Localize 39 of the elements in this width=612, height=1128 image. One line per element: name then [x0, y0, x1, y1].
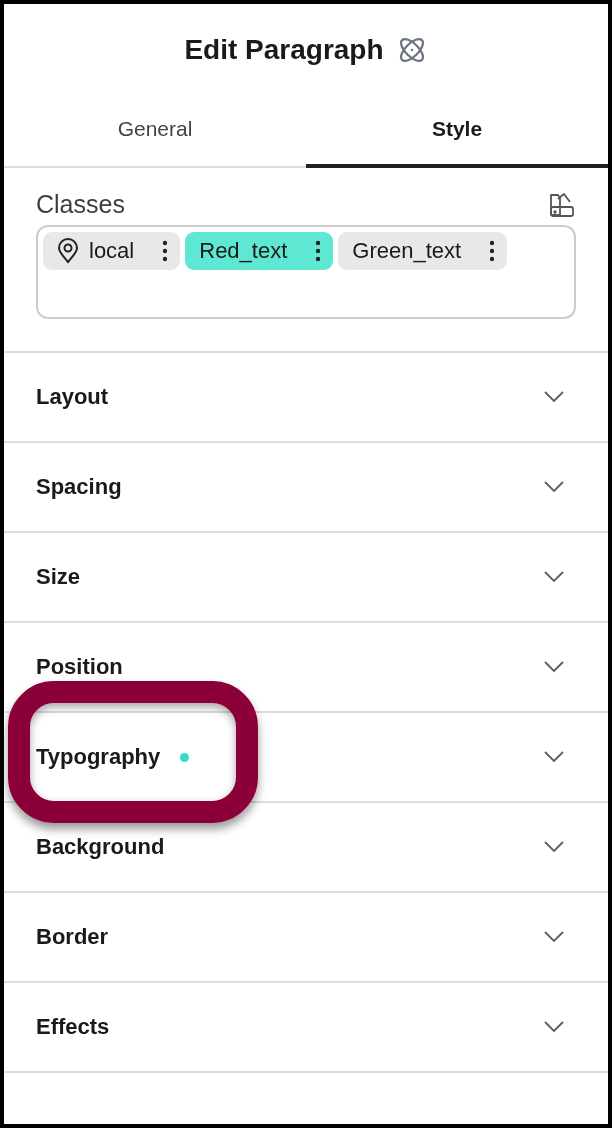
- section-title: Spacing: [36, 474, 122, 500]
- classes-field[interactable]: local Red_text Green_text: [36, 225, 576, 319]
- section-title: Border: [36, 924, 109, 950]
- section-header[interactable]: Position: [4, 623, 608, 713]
- section-title: Size: [36, 564, 81, 590]
- tab[interactable]: General: [4, 94, 306, 168]
- chevron-down-icon: [544, 481, 564, 493]
- chevron-down-icon: [544, 751, 564, 763]
- class-chip[interactable]: local: [43, 232, 181, 270]
- section-header[interactable]: Background: [4, 803, 608, 893]
- section-title: Background: [36, 834, 165, 860]
- class-chip[interactable]: Green_text: [338, 232, 508, 270]
- section-title: Effects: [36, 1014, 110, 1040]
- chevron-down-icon: [544, 661, 564, 673]
- chip-label: Green_text: [352, 238, 462, 264]
- location-pin-icon: [57, 238, 79, 264]
- section-title: Typography: [36, 744, 161, 770]
- section-header[interactable]: Typography: [4, 713, 608, 803]
- panel-title: Edit Paragraph: [184, 34, 384, 66]
- chevron-down-icon: [544, 391, 564, 403]
- chip-label: local: [89, 238, 135, 264]
- section-header[interactable]: Border: [4, 893, 608, 983]
- section-header[interactable]: Effects: [4, 983, 608, 1073]
- chevron-down-icon: [544, 931, 564, 943]
- more-icon[interactable]: [162, 240, 169, 262]
- section-title: Position: [36, 654, 123, 680]
- section-header[interactable]: Layout: [4, 353, 608, 443]
- classes-label: Classes: [36, 190, 125, 219]
- chip-label: Red_text: [199, 238, 288, 264]
- class-chip[interactable]: Red_text: [185, 232, 334, 270]
- chevron-down-icon: [544, 571, 564, 583]
- section-title: Layout: [36, 384, 109, 410]
- more-icon[interactable]: [315, 240, 322, 262]
- chevron-down-icon: [544, 1021, 564, 1033]
- more-icon[interactable]: [489, 240, 496, 262]
- section-header[interactable]: Size: [4, 533, 608, 623]
- chevron-down-icon: [544, 841, 564, 853]
- section-header[interactable]: Spacing: [4, 443, 608, 533]
- tab[interactable]: Style: [306, 94, 608, 168]
